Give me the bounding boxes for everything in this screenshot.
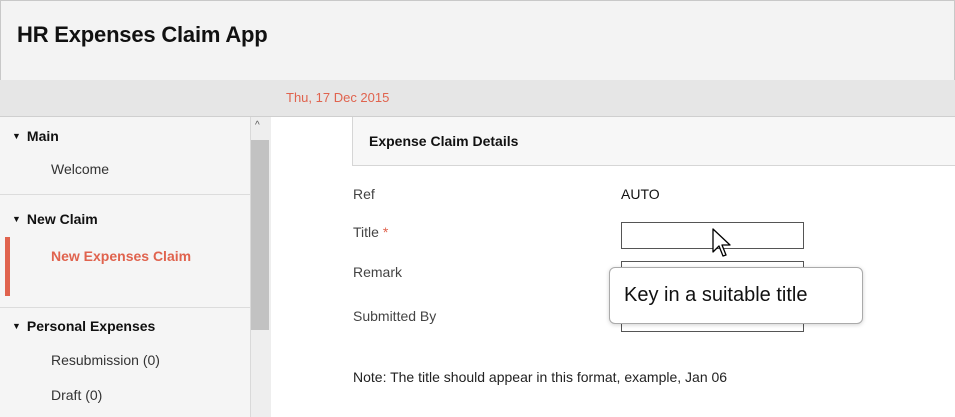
sidebar-item-resubmission[interactable]: Resubmission (0) xyxy=(51,352,160,368)
title-label: Title * xyxy=(353,224,389,240)
panel-title: Expense Claim Details xyxy=(369,133,519,149)
app-header: HR Expenses Claim App xyxy=(0,0,955,81)
sidebar: ▼ Main Welcome ▼ New Claim New Expenses Cl… xyxy=(0,117,251,417)
chevron-up-icon[interactable]: ^ xyxy=(255,121,260,131)
current-date: Thu, 17 Dec 2015 xyxy=(286,90,390,105)
scrollbar-thumb[interactable] xyxy=(251,140,269,330)
sidebar-section-main[interactable]: ▼ Main xyxy=(12,128,59,144)
app-title: HR Expenses Claim App xyxy=(17,22,268,47)
sidebar-divider xyxy=(0,194,250,195)
triangle-down-icon: ▼ xyxy=(12,131,21,141)
title-tooltip: Key in a suitable title xyxy=(609,267,863,324)
ref-value: AUTO xyxy=(621,186,660,202)
active-item-indicator xyxy=(5,237,10,296)
sidebar-item-welcome[interactable]: Welcome xyxy=(51,161,109,177)
sidebar-item-draft[interactable]: Draft (0) xyxy=(51,387,102,403)
mouse-pointer-icon xyxy=(712,228,731,257)
triangle-down-icon: ▼ xyxy=(12,321,21,331)
sidebar-section-personal-expenses[interactable]: ▼ Personal Expenses xyxy=(12,318,155,334)
triangle-down-icon: ▼ xyxy=(12,214,21,224)
sidebar-section-new-claim[interactable]: ▼ New Claim xyxy=(12,211,98,227)
sidebar-item-new-expenses-claim[interactable]: New Expenses Claim xyxy=(51,247,201,265)
required-mark: * xyxy=(382,224,389,240)
sidebar-scrollbar[interactable]: ^ xyxy=(250,117,271,417)
date-bar xyxy=(0,80,955,117)
sidebar-divider xyxy=(0,307,250,308)
ref-label: Ref xyxy=(353,186,375,202)
submitted-by-label: Submitted By xyxy=(353,308,437,324)
format-note: Note: The title should appear in this fo… xyxy=(353,369,728,385)
remark-label: Remark xyxy=(353,264,403,280)
